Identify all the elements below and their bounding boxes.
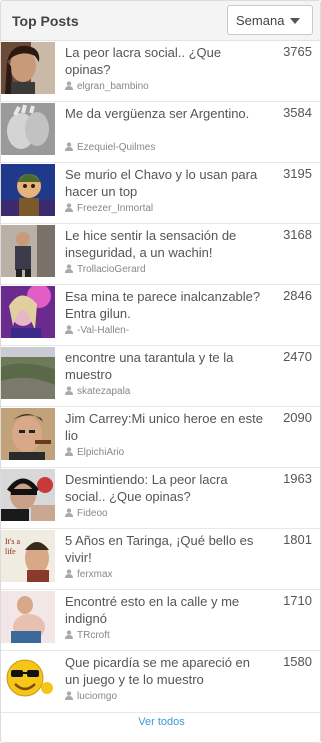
post-author[interactable]: Freezer_Inmortal	[65, 203, 153, 214]
post-title[interactable]: encontre una tarantula y te la muestro	[65, 349, 265, 383]
user-icon	[65, 569, 73, 578]
svg-text:It's a: It's a	[5, 537, 20, 546]
post-author[interactable]: skatezapala	[65, 386, 130, 397]
user-icon	[65, 264, 73, 273]
post-author-name[interactable]: luciomgo	[77, 691, 117, 702]
post-author[interactable]: elgran_bambino	[65, 81, 149, 92]
post-score: 2470	[283, 349, 312, 364]
post-score: 3584	[283, 105, 312, 120]
period-select[interactable]: Semana	[227, 5, 313, 35]
user-icon	[65, 325, 73, 334]
post-item[interactable]: La peor lacra social.. ¿Que opinas? 3765 e…	[1, 41, 320, 102]
post-title[interactable]: Que picardía se me apareció en un juego …	[65, 654, 265, 688]
top-posts-widget: Top Posts Semana La peor lacra social.. …	[0, 0, 321, 743]
post-title[interactable]: Desmintiendo: La peor lacra social.. ¿Qu…	[65, 471, 265, 505]
post-item[interactable]: Esa mina te parece inalcanzable? Entra g…	[1, 285, 320, 346]
post-item[interactable]: Encontré esto en la calle y me indignó 17…	[1, 590, 320, 651]
user-icon	[65, 630, 73, 639]
post-title[interactable]: La peor lacra social.. ¿Que opinas?	[65, 44, 265, 78]
post-score: 3195	[283, 166, 312, 181]
post-thumbnail[interactable]	[1, 591, 55, 643]
post-author[interactable]: ferxmax	[65, 569, 113, 580]
post-thumbnail[interactable]: It's a life	[1, 530, 55, 582]
user-icon	[65, 203, 73, 212]
post-thumbnail[interactable]	[1, 164, 55, 216]
post-list: La peor lacra social.. ¿Que opinas? 3765 e…	[1, 41, 320, 713]
post-author-name[interactable]: TrollacioGerard	[77, 264, 146, 275]
post-score: 1710	[283, 593, 312, 608]
user-icon	[65, 142, 73, 151]
post-title[interactable]: Encontré esto en la calle y me indignó	[65, 593, 265, 627]
post-author[interactable]: -Val-Hallen-	[65, 325, 129, 336]
post-author[interactable]: TRcroft	[65, 630, 110, 641]
post-author-name[interactable]: ElpichiArio	[77, 447, 124, 458]
post-thumbnail[interactable]	[1, 469, 55, 521]
post-item[interactable]: Jim Carrey:Mi unico heroe en este lio 209…	[1, 407, 320, 468]
user-icon	[65, 81, 73, 90]
post-score: 2090	[283, 410, 312, 425]
post-author-name[interactable]: TRcroft	[77, 630, 110, 641]
post-author[interactable]: Ezequiel-Quilmes	[65, 142, 155, 153]
post-title[interactable]: Se murio el Chavo y lo usan para hacer u…	[65, 166, 265, 200]
post-thumbnail[interactable]	[1, 42, 55, 94]
post-title[interactable]: Le hice sentir la sensación de insegurid…	[65, 227, 265, 261]
post-author-name[interactable]: -Val-Hallen-	[77, 325, 129, 336]
user-icon	[65, 508, 73, 517]
post-thumbnail[interactable]	[1, 652, 55, 704]
chevron-down-icon	[290, 18, 300, 24]
post-item[interactable]: Me da vergüenza ser Argentino. 3584 Ezequi…	[1, 102, 320, 163]
post-title[interactable]: 5 Años en Taringa, ¡Qué bello es vivir!	[65, 532, 265, 566]
post-author-name[interactable]: skatezapala	[77, 386, 130, 397]
post-score: 3168	[283, 227, 312, 242]
post-score: 1801	[283, 532, 312, 547]
svg-text:life: life	[5, 547, 16, 556]
post-author[interactable]: TrollacioGerard	[65, 264, 146, 275]
post-score: 3765	[283, 44, 312, 59]
post-item[interactable]: It's a life 5 Años en Taringa, ¡Qué bello …	[1, 529, 320, 590]
post-author[interactable]: luciomgo	[65, 691, 117, 702]
post-score: 1580	[283, 654, 312, 669]
post-item[interactable]: Que picardía se me apareció en un juego …	[1, 651, 320, 713]
post-thumbnail[interactable]	[1, 347, 55, 399]
post-thumbnail[interactable]	[1, 408, 55, 460]
user-icon	[65, 447, 73, 456]
period-select-value: Semana	[236, 13, 285, 28]
post-author[interactable]: ElpichiArio	[65, 447, 124, 458]
post-item[interactable]: encontre una tarantula y te la muestro 24…	[1, 346, 320, 407]
post-author-name[interactable]: ferxmax	[77, 569, 113, 580]
post-title[interactable]: Me da vergüenza ser Argentino.	[65, 105, 265, 122]
post-item[interactable]: Le hice sentir la sensación de insegurid…	[1, 224, 320, 285]
post-thumbnail[interactable]	[1, 225, 55, 277]
post-author-name[interactable]: Fideoo	[77, 508, 108, 519]
post-item[interactable]: Se murio el Chavo y lo usan para hacer u…	[1, 163, 320, 224]
widget-header: Top Posts Semana	[1, 1, 320, 41]
post-author-name[interactable]: Freezer_Inmortal	[77, 203, 153, 214]
post-author-name[interactable]: Ezequiel-Quilmes	[77, 142, 155, 153]
see-all-link[interactable]: Ver todos	[138, 716, 184, 728]
post-title[interactable]: Jim Carrey:Mi unico heroe en este lio	[65, 410, 265, 444]
user-icon	[65, 386, 73, 395]
post-author[interactable]: Fideoo	[65, 508, 108, 519]
post-thumbnail[interactable]	[1, 286, 55, 338]
post-score: 1963	[283, 471, 312, 486]
post-item[interactable]: Desmintiendo: La peor lacra social.. ¿Qu…	[1, 468, 320, 529]
post-author-name[interactable]: elgran_bambino	[77, 81, 149, 92]
post-score: 2846	[283, 288, 312, 303]
widget-footer: Ver todos	[1, 707, 320, 742]
post-thumbnail[interactable]	[1, 103, 55, 155]
post-title[interactable]: Esa mina te parece inalcanzable? Entra g…	[65, 288, 265, 322]
user-icon	[65, 691, 73, 700]
widget-title: Top Posts	[12, 13, 79, 29]
